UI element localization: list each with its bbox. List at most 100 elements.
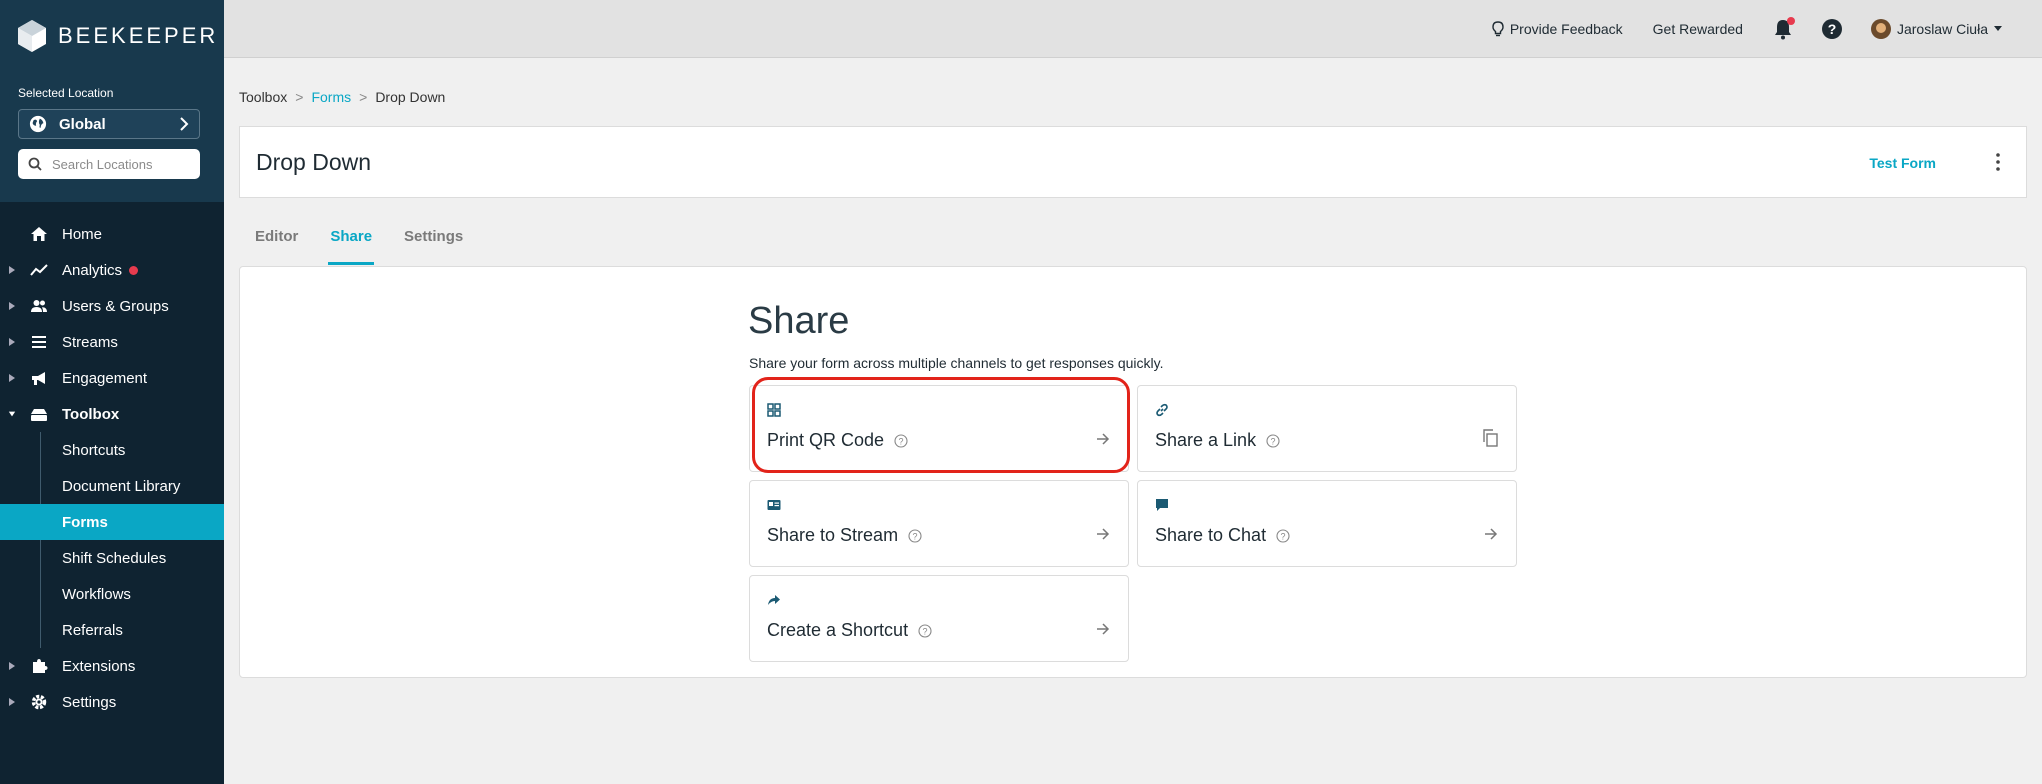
help-circle-icon[interactable]: ? bbox=[908, 528, 922, 543]
sidebar-item-users-groups[interactable]: Users & Groups bbox=[0, 288, 224, 324]
location-search-input[interactable] bbox=[52, 156, 182, 172]
caret-down-icon bbox=[8, 411, 16, 417]
share-to-stream-option[interactable]: Share to Stream ? bbox=[749, 480, 1129, 567]
caret-down-icon bbox=[1994, 26, 2002, 31]
svg-text:?: ? bbox=[1828, 21, 1837, 37]
share-panel bbox=[239, 266, 2027, 678]
users-icon bbox=[31, 300, 47, 312]
print-qr-code-option[interactable]: Print QR Code ? bbox=[749, 385, 1129, 472]
share-subtitle: Share your form across multiple channels… bbox=[749, 355, 1164, 371]
sidebar-item-label: Settings bbox=[62, 693, 117, 711]
sidebar-item-label: Document Library bbox=[62, 477, 181, 495]
sidebar-item-label: Users & Groups bbox=[62, 297, 169, 315]
sidebar-item-settings[interactable]: Settings bbox=[0, 684, 224, 720]
sidebar: BEEKEEPER Selected Location Global Home bbox=[0, 0, 224, 784]
share-to-chat-option[interactable]: Share to Chat ? bbox=[1137, 480, 1517, 567]
sidebar-item-label: Shift Schedules bbox=[62, 549, 167, 567]
top-bar: Provide Feedback Get Rewarded ? Jaroslaw… bbox=[224, 0, 2042, 58]
sidebar-item-streams[interactable]: Streams bbox=[0, 324, 224, 360]
get-rewarded-link[interactable]: Get Rewarded bbox=[1653, 21, 1743, 37]
copy-icon[interactable] bbox=[1482, 429, 1498, 447]
user-name: Jaroslaw Ciuła bbox=[1896, 21, 1988, 37]
sidebar-item-label: Forms bbox=[62, 513, 108, 531]
create-shortcut-option[interactable]: Create a Shortcut ? bbox=[749, 575, 1129, 662]
sidebar-item-label: Referrals bbox=[62, 621, 123, 639]
sidebar-item-label: Toolbox bbox=[62, 405, 120, 423]
brand-name: BEEKEEPER bbox=[58, 23, 219, 48]
streams-icon bbox=[32, 336, 46, 348]
sidebar-item-forms[interactable]: Forms bbox=[0, 504, 224, 540]
svg-text:?: ? bbox=[1271, 436, 1276, 446]
caret-right-icon bbox=[9, 662, 15, 670]
help-circle-icon[interactable]: ? bbox=[894, 433, 908, 448]
breadcrumb-separator: > bbox=[295, 89, 304, 105]
sidebar-item-referrals[interactable]: Referrals bbox=[0, 612, 224, 648]
location-selector[interactable]: Global bbox=[18, 109, 200, 139]
tab-bar: Editor Share Settings bbox=[255, 228, 495, 265]
help-circle-icon[interactable]: ? bbox=[1266, 433, 1280, 448]
more-options-icon[interactable] bbox=[1996, 153, 2000, 171]
sidebar-item-engagement[interactable]: Engagement bbox=[0, 360, 224, 396]
gear-icon bbox=[31, 694, 47, 710]
sidebar-item-label: Engagement bbox=[62, 369, 148, 387]
share-link-option[interactable]: Share a Link ? bbox=[1137, 385, 1517, 472]
help-circle-icon[interactable]: ? bbox=[918, 623, 932, 638]
help-icon[interactable]: ? bbox=[1821, 18, 1843, 40]
arrow-right-icon bbox=[1097, 433, 1110, 445]
svg-text:?: ? bbox=[899, 436, 904, 446]
provide-feedback-label: Provide Feedback bbox=[1509, 21, 1623, 37]
option-label: Share to Stream bbox=[767, 525, 899, 545]
avatar bbox=[1870, 19, 1891, 39]
link-icon bbox=[1156, 403, 1168, 417]
sidebar-item-extensions[interactable]: Extensions bbox=[0, 648, 224, 684]
location-search[interactable] bbox=[18, 149, 200, 179]
caret-right-icon bbox=[9, 698, 15, 706]
brand-logo[interactable]: BEEKEEPER bbox=[18, 20, 218, 52]
globe-icon bbox=[29, 115, 47, 133]
notifications-button[interactable] bbox=[1773, 17, 1795, 40]
lightbulb-icon bbox=[1492, 21, 1504, 37]
arrow-right-icon bbox=[1097, 528, 1110, 540]
qr-code-icon bbox=[767, 403, 781, 417]
analytics-icon bbox=[30, 264, 48, 276]
svg-text:?: ? bbox=[1281, 531, 1286, 541]
sidebar-item-document-library[interactable]: Document Library bbox=[0, 468, 224, 504]
sidebar-item-label: Workflows bbox=[62, 585, 131, 603]
page-title: Drop Down bbox=[256, 149, 372, 175]
search-icon bbox=[28, 157, 42, 171]
sidebar-item-shift-schedules[interactable]: Shift Schedules bbox=[0, 540, 224, 576]
form-header: Drop Down Test Form bbox=[239, 126, 2027, 198]
svg-text:?: ? bbox=[913, 531, 918, 541]
share-heading: Share bbox=[748, 300, 850, 342]
notification-dot bbox=[1786, 17, 1795, 25]
option-label: Share to Chat bbox=[1155, 525, 1267, 545]
breadcrumb-forms[interactable]: Forms bbox=[311, 89, 351, 105]
tab-share[interactable]: Share bbox=[328, 228, 374, 265]
caret-right-icon bbox=[9, 302, 15, 310]
breadcrumb-separator: > bbox=[359, 89, 368, 105]
arrow-right-icon bbox=[1097, 623, 1110, 635]
breadcrumb-toolbox[interactable]: Toolbox bbox=[239, 89, 287, 105]
user-menu[interactable]: Jaroslaw Ciuła bbox=[1870, 19, 2002, 39]
tab-editor[interactable]: Editor bbox=[255, 228, 298, 265]
chat-bubble-icon bbox=[1156, 499, 1168, 511]
sidebar-nav: Home Analytics Users & Groups Streams En… bbox=[0, 216, 224, 720]
sidebar-item-label: Extensions bbox=[62, 657, 136, 675]
sidebar-item-shortcuts[interactable]: Shortcuts bbox=[0, 432, 224, 468]
sidebar-item-workflows[interactable]: Workflows bbox=[0, 576, 224, 612]
share-arrow-icon bbox=[768, 595, 780, 605]
provide-feedback-link[interactable]: Provide Feedback bbox=[1492, 21, 1623, 37]
caret-right-icon bbox=[9, 374, 15, 382]
sidebar-item-toolbox[interactable]: Toolbox bbox=[0, 396, 224, 432]
tab-settings[interactable]: Settings bbox=[404, 228, 463, 265]
sidebar-item-analytics[interactable]: Analytics bbox=[0, 252, 224, 288]
test-form-button[interactable]: Test Form bbox=[1869, 155, 1936, 171]
help-circle-icon[interactable]: ? bbox=[1276, 528, 1290, 543]
sidebar-item-label: Shortcuts bbox=[62, 441, 126, 459]
notification-dot bbox=[129, 265, 138, 275]
breadcrumb-current: Drop Down bbox=[375, 89, 446, 105]
sidebar-item-home[interactable]: Home bbox=[0, 216, 224, 252]
option-label: Print QR Code bbox=[767, 430, 885, 450]
home-icon bbox=[31, 227, 47, 241]
stream-post-icon bbox=[767, 500, 781, 510]
